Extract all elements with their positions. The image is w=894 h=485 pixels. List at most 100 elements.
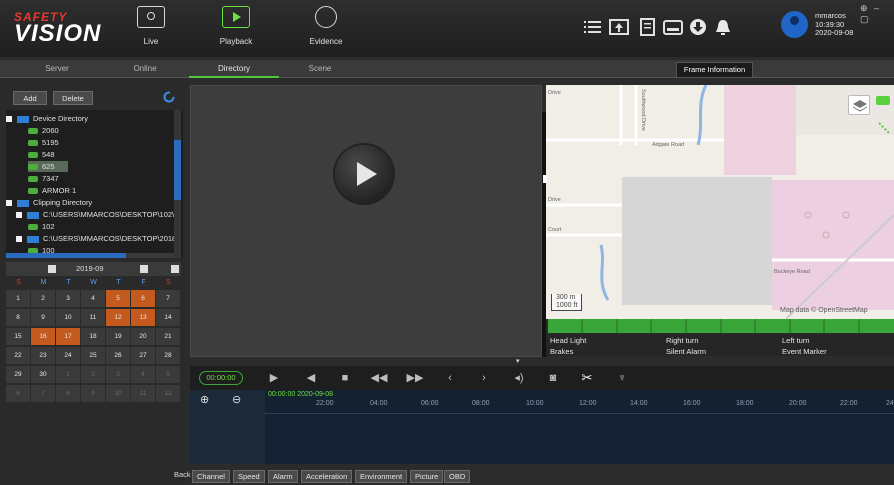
refresh-icon[interactable] xyxy=(163,91,175,103)
calendar-day[interactable]: 16 xyxy=(31,328,55,345)
calendar-day[interactable]: 4 xyxy=(81,290,105,307)
calendar-day[interactable]: 27 xyxy=(131,347,155,364)
zoom-out-icon[interactable]: ⊖ xyxy=(232,393,246,407)
calendar-day[interactable]: 6 xyxy=(131,290,155,307)
tree-node-vehicle-selected[interactable]: 625 xyxy=(28,161,68,172)
route-icon[interactable] xyxy=(878,122,890,134)
tab-acceleration[interactable]: Acceleration xyxy=(301,470,353,483)
collapse-icon[interactable] xyxy=(6,116,12,123)
calendar-day[interactable]: 15 xyxy=(6,328,30,345)
calendar-day[interactable]: 8 xyxy=(56,385,80,402)
vehicle-track-icon[interactable] xyxy=(876,96,890,105)
timeline-track[interactable] xyxy=(265,413,894,464)
calendar-day[interactable]: 5 xyxy=(156,366,180,383)
export-icon[interactable] xyxy=(609,18,629,36)
video-player[interactable] xyxy=(190,85,542,357)
fast-forward-icon[interactable]: ▶▶ xyxy=(406,369,424,387)
rewind-icon[interactable]: ◀◀ xyxy=(370,369,388,387)
prev-month-icon[interactable] xyxy=(48,265,56,273)
calendar-day[interactable]: 5 xyxy=(106,290,130,307)
calendar-day[interactable]: 17 xyxy=(56,328,80,345)
back-link[interactable]: Back xyxy=(174,470,191,479)
wrench-icon[interactable]: ♆ xyxy=(613,369,631,387)
map-collapse-icon[interactable] xyxy=(543,175,547,183)
calendar-day[interactable]: 21 xyxy=(156,328,180,345)
tab-scene[interactable]: Scene xyxy=(275,60,365,78)
calendar-day[interactable]: 10 xyxy=(106,385,130,402)
add-button[interactable]: Add xyxy=(13,91,47,105)
download-icon[interactable] xyxy=(688,18,708,36)
tree-vertical-scrollbar[interactable] xyxy=(174,110,181,258)
nav-evidence[interactable]: Evidence xyxy=(296,6,356,46)
calendar-day[interactable]: 24 xyxy=(56,347,80,364)
window-controls[interactable]: ⊕ – ▢ xyxy=(860,3,894,25)
list-icon[interactable] xyxy=(583,18,603,36)
tree-node-vehicle[interactable]: 548 xyxy=(28,149,55,160)
tree-node-clip-folder[interactable]: C:\USERS\MMARCOS\DESKTOP\102\ xyxy=(16,209,174,220)
next-year-icon[interactable] xyxy=(171,265,179,273)
calendar-day[interactable]: 9 xyxy=(81,385,105,402)
tree-node-vehicle[interactable]: ARMOR 1 xyxy=(28,185,76,196)
tab-picture[interactable]: Picture xyxy=(410,470,444,483)
scissors-icon[interactable]: ✂ xyxy=(578,369,596,387)
step-back-icon[interactable]: ◀ xyxy=(302,369,320,387)
collapse-icon[interactable] xyxy=(6,200,12,207)
calendar-day[interactable]: 22 xyxy=(6,347,30,364)
calendar-day[interactable]: 4 xyxy=(131,366,155,383)
calendar-day[interactable]: 8 xyxy=(6,309,30,326)
camera-icon[interactable]: ◙ xyxy=(544,369,562,387)
calendar-day[interactable]: 12 xyxy=(156,385,180,402)
calendar-day[interactable]: 9 xyxy=(31,309,55,326)
calendar-day[interactable]: 10 xyxy=(56,309,80,326)
calendar-day[interactable]: 7 xyxy=(31,385,55,402)
tab-alarm[interactable]: Alarm xyxy=(268,470,298,483)
document-icon[interactable] xyxy=(638,18,658,36)
collapse-icon[interactable] xyxy=(16,236,22,243)
calendar-day[interactable]: 3 xyxy=(56,290,80,307)
calendar-day[interactable]: 20 xyxy=(131,328,155,345)
calendar-day[interactable]: 7 xyxy=(156,290,180,307)
play-button-icon[interactable]: ▶ xyxy=(265,369,283,387)
tab-environment[interactable]: Environment xyxy=(355,470,408,483)
next-icon[interactable]: › xyxy=(475,369,493,387)
zoom-in-icon[interactable]: ⊕ xyxy=(200,393,214,407)
tab-directory[interactable]: Directory xyxy=(189,60,279,78)
tab-speed[interactable]: Speed xyxy=(233,470,265,483)
stop-icon[interactable]: ■ xyxy=(336,369,354,387)
calendar-day[interactable]: 26 xyxy=(106,347,130,364)
calendar-day[interactable]: 23 xyxy=(31,347,55,364)
tab-channel[interactable]: Channel xyxy=(192,470,230,483)
volume-icon[interactable]: ◂) xyxy=(510,369,528,387)
delete-button[interactable]: Delete xyxy=(53,91,93,105)
bell-icon[interactable] xyxy=(713,18,733,36)
calendar-day[interactable]: 18 xyxy=(81,328,105,345)
storage-icon[interactable] xyxy=(663,18,683,36)
calendar-day[interactable]: 3 xyxy=(106,366,130,383)
user-avatar[interactable] xyxy=(781,11,808,38)
map-view[interactable]: Drive Southwood Drive Adgate Road Drive … xyxy=(546,85,894,319)
calendar-day[interactable]: 14 xyxy=(156,309,180,326)
calendar-day[interactable]: 25 xyxy=(81,347,105,364)
calendar-day[interactable]: 29 xyxy=(6,366,30,383)
calendar-day[interactable]: 6 xyxy=(6,385,30,402)
calendar-day[interactable]: 11 xyxy=(131,385,155,402)
calendar-day[interactable]: 30 xyxy=(31,366,55,383)
calendar-day[interactable]: 11 xyxy=(81,309,105,326)
tree-node-vehicle[interactable]: 7347 xyxy=(28,173,59,184)
calendar-day[interactable]: 19 xyxy=(106,328,130,345)
tree-node-vehicle[interactable]: 102 xyxy=(28,221,55,232)
tree-horizontal-scrollbar[interactable] xyxy=(6,253,174,258)
calendar-day[interactable]: 13 xyxy=(131,309,155,326)
map-attribution[interactable]: Map data © OpenStreetMap xyxy=(780,307,868,314)
tree-node-vehicle[interactable]: 2060 xyxy=(28,125,59,136)
tree-node-clip-folder[interactable]: C:\USERS\MMARCOS\DESKTOP\2018_ xyxy=(16,233,180,244)
collapse-icon[interactable] xyxy=(16,212,22,219)
tab-online[interactable]: Online xyxy=(100,60,190,78)
calendar-day[interactable]: 12 xyxy=(106,309,130,326)
calendar-day[interactable]: 2 xyxy=(81,366,105,383)
tree-node-device-directory[interactable]: Device Directory xyxy=(6,113,88,124)
layers-icon[interactable] xyxy=(848,95,870,115)
chevron-down-icon[interactable]: ▾ xyxy=(516,358,528,365)
nav-playback[interactable]: Playback xyxy=(206,6,266,46)
nav-live[interactable]: Live xyxy=(121,6,181,46)
